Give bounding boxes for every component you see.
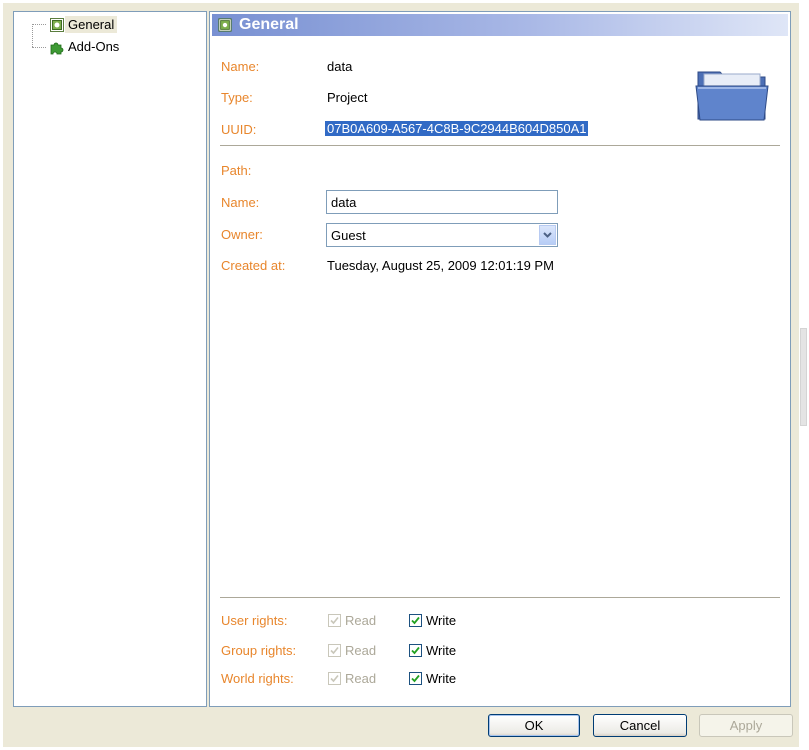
checkbox-label: Read	[345, 643, 377, 658]
panel-title: General	[239, 16, 299, 33]
checkbox-box	[328, 644, 341, 657]
puzzle-piece-icon	[50, 42, 64, 55]
user-read-checkbox[interactable]: Read	[328, 613, 376, 628]
tree-item-add-ons[interactable]: Add-Ons	[14, 38, 204, 56]
panel-header: General	[212, 14, 788, 36]
tree-item-label: General	[65, 16, 118, 33]
created-label: Created at:	[221, 258, 286, 273]
group-rights-label: Group rights:	[221, 643, 297, 658]
user-rights-label: User rights:	[221, 613, 288, 628]
separator	[220, 145, 780, 147]
owner-select-value: Guest	[331, 227, 366, 243]
name-value: data	[327, 59, 353, 74]
world-write-checkbox[interactable]: Write	[409, 671, 456, 686]
uuid-label: UUID:	[221, 122, 257, 137]
checkbox-box	[409, 672, 422, 685]
checkmark-icon	[411, 646, 420, 655]
name-field[interactable]	[326, 190, 558, 214]
path-label: Path:	[221, 163, 252, 178]
checkbox-label: Write	[426, 643, 457, 658]
checkmark-icon	[330, 674, 339, 683]
checkbox-box	[409, 614, 422, 627]
checkbox-label: Write	[426, 671, 457, 686]
checkmark-icon	[411, 674, 420, 683]
general-page-icon	[218, 18, 232, 32]
user-write-checkbox[interactable]: Write	[409, 613, 456, 628]
name-label: Name:	[221, 59, 260, 74]
tree-item-label: Add-Ons	[68, 39, 120, 54]
checkbox-label: Read	[345, 613, 377, 628]
group-write-checkbox[interactable]: Write	[409, 643, 456, 658]
owner-label: Owner:	[221, 227, 263, 242]
world-rights-label: World rights:	[221, 671, 294, 686]
folder-icon	[695, 71, 769, 121]
chevron-down-icon[interactable]	[539, 225, 556, 245]
checkbox-box	[328, 672, 341, 685]
tree-item-general[interactable]: General	[14, 16, 204, 34]
group-read-checkbox[interactable]: Read	[328, 643, 376, 658]
general-panel: General Name: data Type: Project UUID: 0…	[209, 11, 791, 707]
checkmark-icon	[411, 616, 420, 625]
checkbox-label: Write	[426, 613, 457, 628]
uuid-value[interactable]: 07B0A609-A567-4C8B-9C2944B604D850A1	[325, 121, 589, 136]
checkbox-box	[328, 614, 341, 627]
world-read-checkbox[interactable]: Read	[328, 671, 376, 686]
owner-select[interactable]: Guest	[326, 223, 558, 247]
checkbox-label: Read	[345, 671, 377, 686]
properties-dialog: General Add-Ons General Name: data Type:…	[3, 3, 799, 747]
created-value: Tuesday, August 25, 2009 12:01:19 PM	[327, 258, 554, 273]
category-tree: General Add-Ons	[13, 11, 207, 707]
checkmark-icon	[330, 646, 339, 655]
type-value: Project	[327, 90, 368, 105]
separator	[220, 597, 780, 599]
path-name-label: Name:	[221, 195, 260, 210]
general-page-icon	[50, 18, 64, 32]
cancel-button[interactable]: Cancel	[593, 714, 687, 737]
scrollbar-fragment	[800, 328, 807, 426]
checkmark-icon	[330, 616, 339, 625]
apply-button[interactable]: Apply	[699, 714, 793, 737]
ok-button[interactable]: OK	[488, 714, 580, 737]
type-label: Type:	[221, 90, 253, 105]
checkbox-box	[409, 644, 422, 657]
